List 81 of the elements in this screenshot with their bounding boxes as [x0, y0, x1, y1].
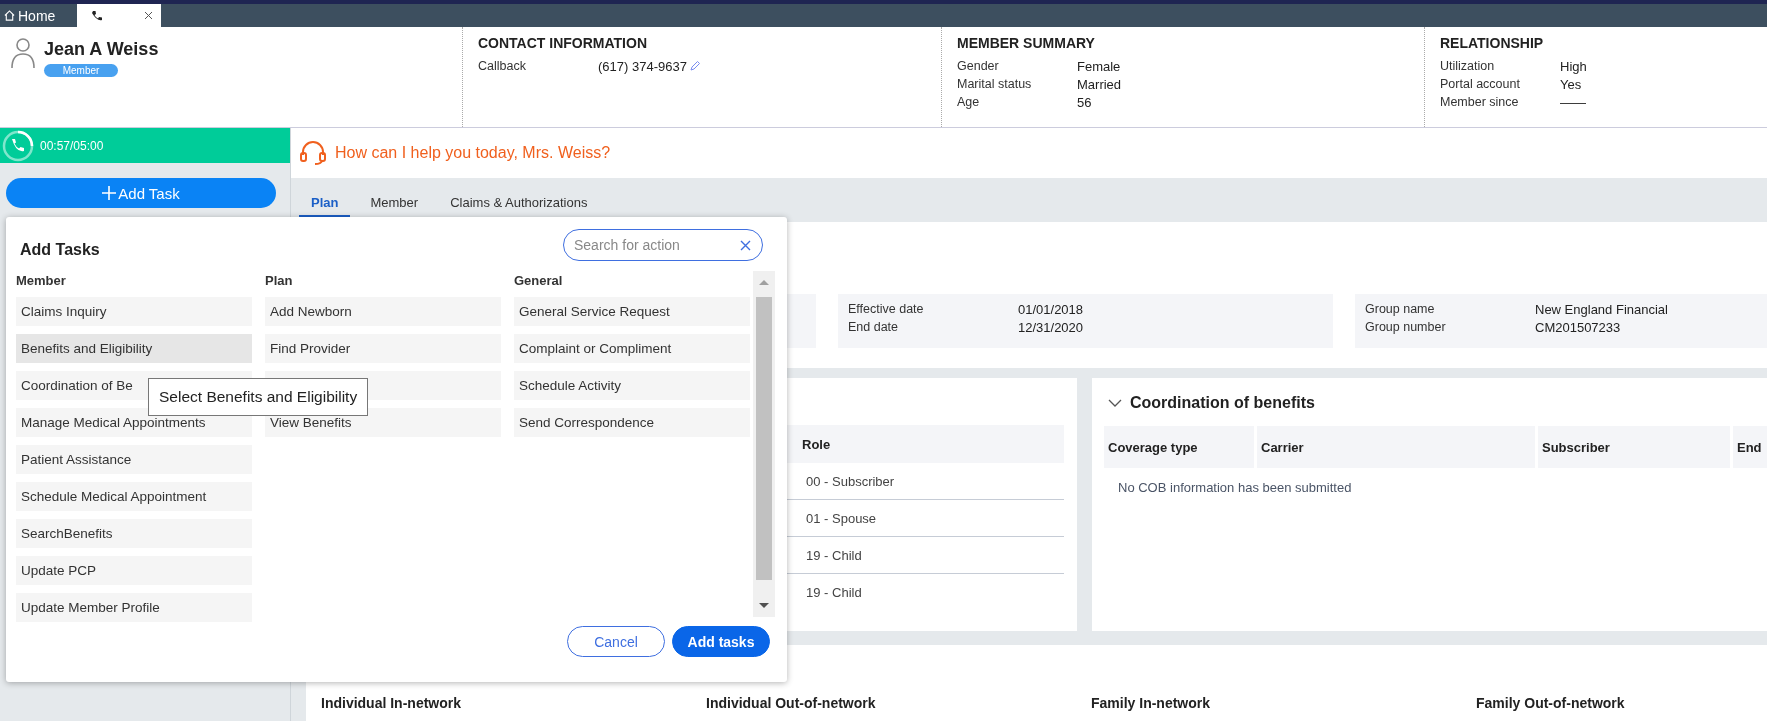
search-field[interactable]: Search for action — [563, 229, 763, 261]
person-icon — [10, 37, 36, 69]
clear-icon[interactable] — [740, 240, 751, 251]
field-value: —— — [1560, 94, 1586, 110]
field-value: (617) 374-9637 — [598, 58, 687, 74]
field-label: Marital status — [957, 77, 1033, 91]
section-title: RELATIONSHIP — [1440, 35, 1545, 51]
section-title: MEMBER SUMMARY — [957, 35, 1096, 51]
tab[interactable]: Home — [0, 4, 77, 27]
section-heading: Individual Out-of-network — [706, 695, 877, 713]
field-label: Group name — [1365, 302, 1436, 316]
table-cell: 00 - Subscriber — [798, 463, 1064, 500]
tooltip: Select Benefits and Eligibility — [148, 378, 369, 416]
plus-icon — [102, 186, 117, 200]
column-header: End — [1733, 426, 1767, 468]
task-item[interactable]: Update Member Profile — [16, 593, 252, 622]
column-header: Subscriber — [1538, 426, 1730, 468]
table-cell-text: 19 - Child — [805, 583, 863, 602]
field-label: Member since — [1440, 95, 1520, 109]
column-header: Coverage type — [1104, 426, 1254, 468]
field-value: 56 — [1077, 94, 1092, 110]
section-heading: Individual In-network — [321, 695, 462, 713]
field-value: 12/31/2020 — [1018, 319, 1084, 335]
dialog-title: Add Tasks — [20, 241, 100, 259]
column-heading: Plan — [265, 273, 294, 290]
section-heading: Family Out-of-network — [1476, 695, 1626, 713]
section-heading: Family In-network — [1091, 695, 1212, 713]
empty-message: No COB information has been submitted — [1117, 479, 1353, 495]
task-item[interactable]: Claims Inquiry — [16, 297, 252, 326]
pencil-icon[interactable] — [688, 60, 701, 72]
card-title: Coordination of benefits — [1130, 394, 1315, 412]
table-cell: 19 - Child — [798, 537, 1064, 574]
task-item[interactable]: Find Provider — [265, 334, 501, 363]
tab[interactable]: Claims & Authorizations — [438, 195, 600, 218]
task-item[interactable]: Add Newborn — [265, 297, 501, 326]
field-label: Utilization — [1440, 59, 1496, 73]
task-item[interactable]: Schedule Activity — [514, 371, 750, 400]
add-task-button[interactable]: Add Task — [6, 178, 276, 208]
greeting-text: How can I help you today, Mrs. Weiss? — [335, 144, 611, 162]
member-name: Jean A Weiss — [44, 39, 159, 60]
call-timer: 00:57/05:00 — [40, 138, 104, 153]
task-item[interactable]: Complaint or Compliment — [514, 334, 750, 363]
task-item[interactable]: Update PCP — [16, 556, 252, 585]
field-value: CM201507233 — [1535, 319, 1621, 335]
field-label: Gender — [957, 59, 1000, 73]
task-item[interactable]: Send Correspondence — [514, 408, 750, 437]
table-cell: 01 - Spouse — [798, 500, 1064, 537]
phone-icon — [91, 9, 103, 22]
column-heading: Member — [16, 273, 67, 290]
task-item[interactable]: General Service Request — [514, 297, 750, 326]
column-header: Role — [798, 425, 1064, 463]
headset-icon — [299, 140, 327, 166]
field-label: Callback — [478, 59, 527, 73]
field-value: New England Financial — [1535, 301, 1668, 317]
column-header: Carrier — [1257, 426, 1535, 468]
scrollbar[interactable] — [753, 271, 775, 617]
column-heading: General — [514, 273, 564, 290]
cancel-button[interactable]: Cancel — [567, 626, 665, 657]
field-label: Age — [957, 95, 981, 109]
field-label: Portal account — [1440, 77, 1521, 91]
field-value: Female — [1077, 58, 1121, 74]
tab[interactable]: Member — [358, 195, 431, 218]
field-label: End date — [848, 320, 900, 334]
phone-timer-icon — [2, 129, 34, 162]
section-title: CONTACT INFORMATION — [478, 35, 648, 51]
member-badge: Member — [44, 64, 118, 77]
close-icon[interactable] — [144, 11, 153, 20]
task-item[interactable]: SearchBenefits — [16, 519, 252, 548]
field-label: Group number — [1365, 320, 1447, 334]
field-value: 01/01/2018 — [1018, 301, 1084, 317]
field-value: Married — [1077, 76, 1122, 92]
task-item[interactable]: Schedule Medical Appointment — [16, 482, 252, 511]
field-label: Effective date — [848, 302, 925, 316]
task-item[interactable]: Benefits and Eligibility — [16, 334, 252, 363]
chevron-icon[interactable] — [1108, 399, 1122, 407]
task-item[interactable]: Patient Assistance — [16, 445, 252, 474]
add-tasks-button[interactable]: Add tasks — [672, 626, 770, 657]
tab[interactable] — [77, 4, 161, 27]
field-value: High — [1560, 58, 1587, 74]
home-icon — [4, 10, 15, 21]
field-value: Yes — [1560, 76, 1582, 92]
